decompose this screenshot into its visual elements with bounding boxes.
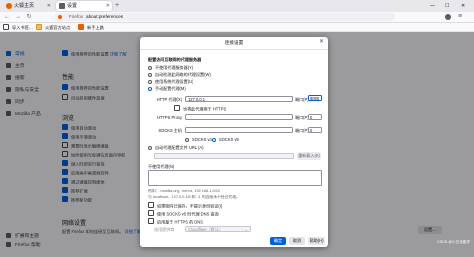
chevron-down-icon: ⌄ xyxy=(244,227,248,232)
connection-settings-dialog: 连接设置 ✕ 配置访问互联网的代理服务器 不使用代理服务器(Y) 自动检测此网络… xyxy=(140,37,328,247)
tab-settings[interactable]: 设置 ✕ xyxy=(56,1,112,11)
bookmark-import[interactable]: 导入书签… xyxy=(3,23,33,32)
section-heading: 配置访问互联网的代理服务器 xyxy=(148,57,202,62)
radio-manual-proxy[interactable]: 手动配置代理(M) xyxy=(148,86,186,92)
help-button[interactable]: 帮助(H) xyxy=(308,237,325,245)
reload-button[interactable]: 重新载入(E) xyxy=(297,152,321,160)
provider-label: 选用提供商 xyxy=(154,227,175,232)
auto-config-url-input[interactable] xyxy=(154,153,294,159)
cancel-button[interactable]: 取消 xyxy=(289,237,305,245)
localhost-note: 与 localhost、127.0.0.1/8 和 ::1 的连接永不经过代理。 xyxy=(148,195,240,199)
tab-strip: 火狐主页 ✕ 设置 ✕ + — ☐ ✕ xyxy=(0,0,474,12)
radio-button[interactable] xyxy=(148,145,152,150)
https-proxy-label: HTTPS Proxy xyxy=(156,115,182,120)
close-tab-icon[interactable]: ✕ xyxy=(106,1,110,11)
watermark-text: CSDN @小白也能学 xyxy=(437,240,470,244)
maximize-button[interactable]: ☐ xyxy=(445,0,449,12)
account-icon[interactable] xyxy=(445,14,451,20)
radio-button[interactable] xyxy=(148,79,152,84)
url-text: about:preferences xyxy=(86,14,124,19)
radio-auto-detect[interactable]: 自动检测此网络的代理设置(W) xyxy=(148,72,211,78)
http-port-input[interactable]: 8080 xyxy=(308,95,322,101)
close-icon[interactable]: ✕ xyxy=(319,38,324,45)
gear-icon xyxy=(59,3,65,9)
bookmark-folder[interactable]: 火狐官方站点 xyxy=(36,23,70,32)
radio-button[interactable] xyxy=(148,86,152,91)
https-port-input[interactable]: 0 xyxy=(308,114,322,120)
url-prefix: Firefox xyxy=(69,14,84,19)
firefox-icon xyxy=(6,3,12,9)
checkbox[interactable] xyxy=(148,210,154,216)
checkbox[interactable] xyxy=(148,202,154,208)
firefox-icon xyxy=(58,15,62,19)
socks-port-input[interactable]: 0 xyxy=(308,127,322,133)
socks-v5-radio[interactable]: SOCKS v5 xyxy=(212,137,239,142)
http-port-label: 端口(P) xyxy=(295,97,309,102)
checkbox[interactable] xyxy=(174,105,180,111)
https-port-label: 端口(P) xyxy=(295,115,309,120)
socks-v4-radio[interactable]: SOCKS v4 xyxy=(185,137,212,142)
folder-icon xyxy=(36,23,42,30)
import-icon xyxy=(3,23,9,30)
https-proxy-input[interactable] xyxy=(185,114,293,120)
tab-label: 设置 xyxy=(67,3,78,9)
close-window-button[interactable]: ✕ xyxy=(461,0,465,12)
bookmark-item[interactable]: 新手上路 xyxy=(78,23,104,32)
socks-host-label: SOCKS 主机 xyxy=(158,128,182,133)
no-auth-prompt-checkbox[interactable]: 如果密码已保存，不提示身份验证(I) xyxy=(148,202,222,209)
forward-button[interactable]: → xyxy=(14,13,22,21)
divider xyxy=(140,49,328,50)
http-proxy-label: HTTP 代理(X) xyxy=(156,97,182,102)
http-proxy-input[interactable]: 127.0.0.1 xyxy=(185,96,293,102)
radio-auto-config[interactable]: 自动代理配置文件 URL (A) xyxy=(148,145,204,151)
bookmark-icon xyxy=(78,23,84,30)
minimize-button[interactable]: — xyxy=(430,0,435,12)
navigation-toolbar: ← → ↻ Firefox about:preferences ≡ xyxy=(0,12,474,23)
ok-button[interactable]: 确定 xyxy=(270,237,286,245)
radio-no-proxy[interactable]: 不使用代理服务器(Y) xyxy=(148,65,193,71)
no-proxy-textarea[interactable] xyxy=(148,170,322,186)
bookmarks-toolbar: 导入书签… 火狐官方站点 新手上路 xyxy=(0,23,474,32)
radio-system-proxy[interactable]: 使用系统代理设置(U) xyxy=(148,79,193,85)
radio-button[interactable] xyxy=(148,65,152,70)
socks-host-input[interactable] xyxy=(185,127,293,133)
checkbox[interactable] xyxy=(148,218,154,224)
menu-icon[interactable]: ≡ xyxy=(458,12,462,22)
socks-port-label: 端口(P) xyxy=(295,128,309,133)
tab-home[interactable]: 火狐主页 ✕ xyxy=(3,1,53,11)
new-tab-button[interactable]: + xyxy=(115,1,119,11)
example-text: 例如：.mozilla.org, .net.nz, 192.168.1.0/24 xyxy=(148,189,220,193)
close-tab-icon[interactable]: ✕ xyxy=(47,1,51,11)
url-bar[interactable]: Firefox about:preferences xyxy=(55,13,395,21)
provider-select[interactable]: Cloudflare（默认） ⌄ xyxy=(185,226,251,232)
socks-dns-checkbox[interactable]: 使用 SOCKS v5 时代理 DNS 查询 xyxy=(148,210,219,217)
radio-button[interactable] xyxy=(148,72,152,77)
dns-over-https-checkbox[interactable]: 启用基于 HTTPS 的 DNS xyxy=(148,218,203,225)
tab-label: 火狐主页 xyxy=(14,3,35,9)
reload-button[interactable]: ↻ xyxy=(25,13,33,21)
radio-button[interactable] xyxy=(185,137,189,142)
also-https-checkbox[interactable]: 也将此代理用于 HTTPS xyxy=(174,105,226,112)
back-button[interactable]: ← xyxy=(3,13,11,21)
radio-button[interactable] xyxy=(212,137,216,142)
dialog-title: 连接设置 xyxy=(224,40,244,45)
